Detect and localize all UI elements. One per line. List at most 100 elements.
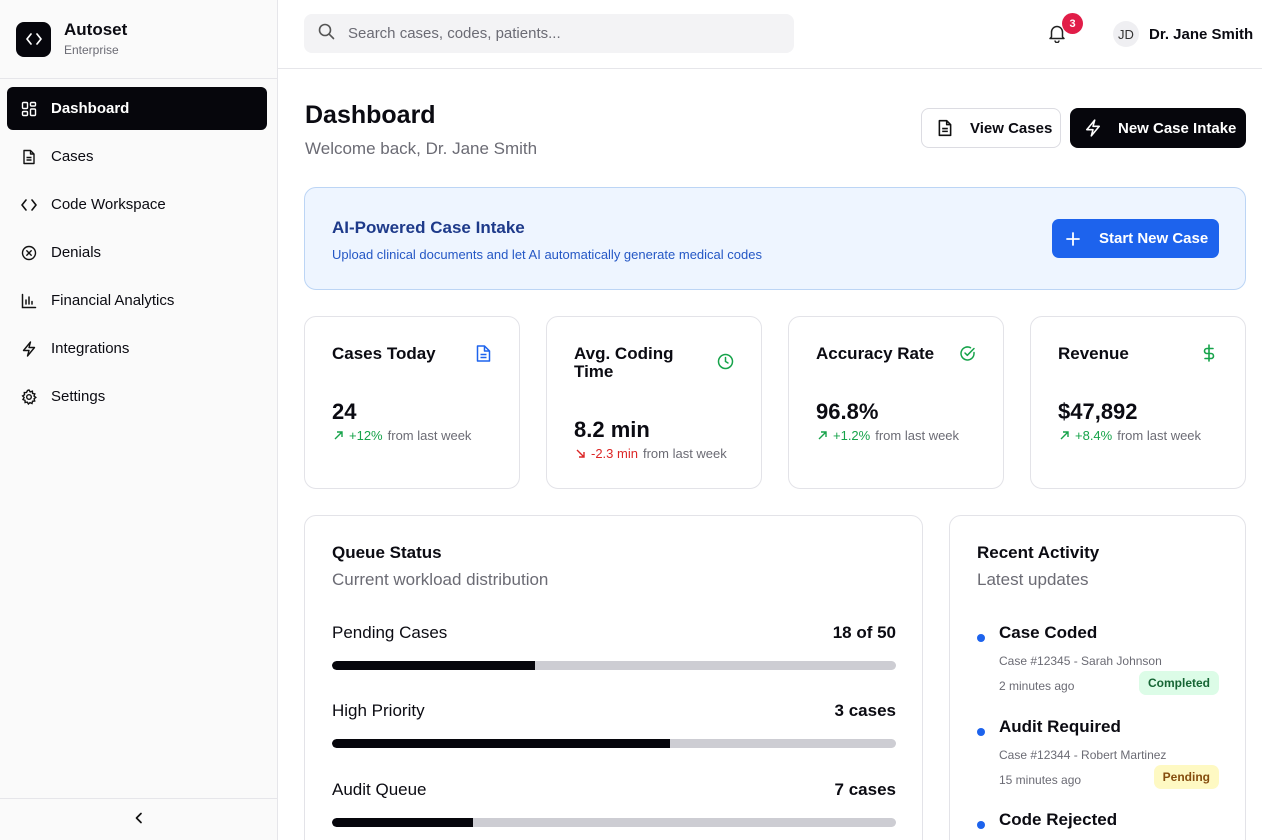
stat-change: +8.4% from last week (1060, 428, 1201, 443)
banner-subtitle: Upload clinical documents and let AI aut… (332, 247, 762, 262)
trend-up-icon (334, 428, 343, 443)
notification-badge: 3 (1062, 13, 1083, 34)
x-circle-icon (21, 245, 37, 261)
status-badge: Pending (1153, 765, 1219, 789)
trend-down-icon (576, 446, 585, 461)
sidebar-item-label: Cases (51, 148, 94, 165)
main-content: Dashboard Welcome back, Dr. Jane Smith V… (278, 69, 1262, 840)
stat-value: 96.8% (816, 399, 879, 424)
stat-value: $47,892 (1058, 399, 1138, 424)
check-circle-icon (958, 344, 976, 362)
panel-subtitle: Latest updates (977, 570, 1089, 589)
sidebar-item-financial-analytics[interactable]: Financial Analytics (7, 279, 267, 322)
panel-title: Recent Activity (977, 543, 1100, 562)
sidebar-item-integrations[interactable]: Integrations (7, 327, 267, 370)
activity-dot (977, 728, 985, 736)
panel-title: Queue Status (332, 543, 442, 562)
stat-card-avg-coding-time: Avg. Coding Time 8.2 min -2.3 min from l… (546, 316, 762, 489)
start-new-case-label: Start New Case (1099, 230, 1209, 247)
code-icon (21, 197, 37, 213)
stat-suffix: from last week (387, 428, 472, 443)
sidebar-item-label: Code Workspace (51, 196, 166, 213)
queue-count: 3 cases (834, 701, 896, 720)
sidebar-item-label: Denials (51, 244, 102, 261)
recent-activity-panel: Recent Activity Latest updates Case Code… (949, 515, 1246, 840)
activity-title: Case Coded (999, 623, 1098, 642)
status-badge: Completed (1138, 671, 1219, 695)
user-menu[interactable]: JD Dr. Jane Smith (1113, 21, 1253, 47)
activity-title: Audit Required (999, 717, 1121, 736)
ai-intake-banner: AI-Powered Case Intake Upload clinical d… (304, 187, 1246, 290)
new-case-intake-button[interactable]: New Case Intake (1070, 108, 1246, 148)
clock-icon (716, 352, 734, 370)
activity-meta: Case #12345 - Sarah Johnson (999, 654, 1162, 668)
search-icon (318, 23, 335, 45)
sidebar-item-cases[interactable]: Cases (7, 135, 267, 178)
stat-change: +1.2% from last week (818, 428, 959, 443)
brand-plan: Enterprise (64, 42, 119, 57)
search-bar[interactable] (304, 14, 794, 53)
stat-title: Revenue (1058, 344, 1129, 363)
document-icon (474, 344, 492, 362)
sidebar-item-label: Integrations (51, 340, 130, 357)
stat-change: -2.3 min from last week (576, 446, 727, 461)
new-case-intake-label: New Case Intake (1118, 119, 1237, 137)
sidebar-item-code-workspace[interactable]: Code Workspace (7, 183, 267, 226)
progress-bar (332, 661, 896, 670)
queue-count: 7 cases (834, 780, 896, 799)
page-title: Dashboard (305, 101, 436, 129)
banner-title: AI-Powered Case Intake (332, 218, 525, 237)
stat-value: 8.2 min (574, 417, 650, 442)
stat-delta: +8.4% (1075, 428, 1113, 443)
stat-card-revenue: Revenue $47,892 +8.4% from last week (1030, 316, 1246, 489)
stat-delta: +1.2% (833, 428, 871, 443)
stat-title: Avg. Coding Time (574, 344, 674, 381)
sidebar-nav: Dashboard Cases Code Workspace Denials F… (0, 79, 277, 418)
plus-icon (1066, 231, 1080, 246)
sidebar: Autoset Enterprise Dashboard Cases Code … (0, 0, 278, 840)
code-icon (16, 21, 51, 57)
activity-meta: Case #12344 - Robert Martinez (999, 748, 1167, 762)
collapse-sidebar-button[interactable] (0, 798, 277, 840)
bar-chart-icon (21, 293, 37, 309)
queue-label: Pending Cases (332, 623, 448, 642)
sidebar-item-denials[interactable]: Denials (7, 231, 267, 274)
stat-value: 24 (332, 399, 357, 424)
progress-fill (332, 739, 671, 748)
stat-card-accuracy-rate: Accuracy Rate 96.8% +1.2% from last week (788, 316, 1004, 489)
stat-suffix: from last week (642, 446, 727, 461)
topbar: 3 JD Dr. Jane Smith (278, 0, 1262, 69)
view-cases-label: View Cases (970, 119, 1053, 137)
queue-count: 18 of 50 (832, 623, 896, 642)
lightning-icon (21, 340, 37, 357)
stat-card-cases-today: Cases Today 24 +12% from last week (304, 316, 520, 489)
activity-time: 15 minutes ago (999, 773, 1082, 787)
progress-fill (332, 818, 473, 827)
trend-up-icon (818, 428, 827, 443)
stat-suffix: from last week (875, 428, 960, 443)
brand[interactable]: Autoset Enterprise (0, 0, 277, 79)
panel-subtitle: Current workload distribution (332, 570, 549, 589)
view-cases-button[interactable]: View Cases (921, 108, 1061, 148)
sidebar-item-dashboard[interactable]: Dashboard (7, 87, 267, 130)
activity-title: Code Rejected (999, 810, 1118, 829)
sidebar-item-settings[interactable]: Settings (7, 375, 267, 418)
activity-dot (977, 634, 985, 642)
dollar-icon (1200, 344, 1218, 362)
document-icon (21, 149, 37, 165)
stat-suffix: from last week (1117, 428, 1202, 443)
chevron-left-icon (134, 811, 144, 829)
queue-label: Audit Queue (332, 780, 427, 799)
gear-icon (21, 388, 37, 405)
activity-time: 2 minutes ago (999, 679, 1075, 693)
page-subtitle: Welcome back, Dr. Jane Smith (305, 139, 538, 158)
start-new-case-button[interactable]: Start New Case (1052, 219, 1219, 258)
sidebar-item-label: Dashboard (51, 100, 130, 117)
progress-bar (332, 739, 896, 748)
sidebar-item-label: Financial Analytics (51, 292, 175, 309)
stat-delta: -2.3 min (591, 446, 638, 461)
progress-bar (332, 818, 896, 827)
document-icon (936, 119, 954, 137)
search-input[interactable] (348, 25, 768, 42)
stat-title: Accuracy Rate (816, 344, 935, 363)
